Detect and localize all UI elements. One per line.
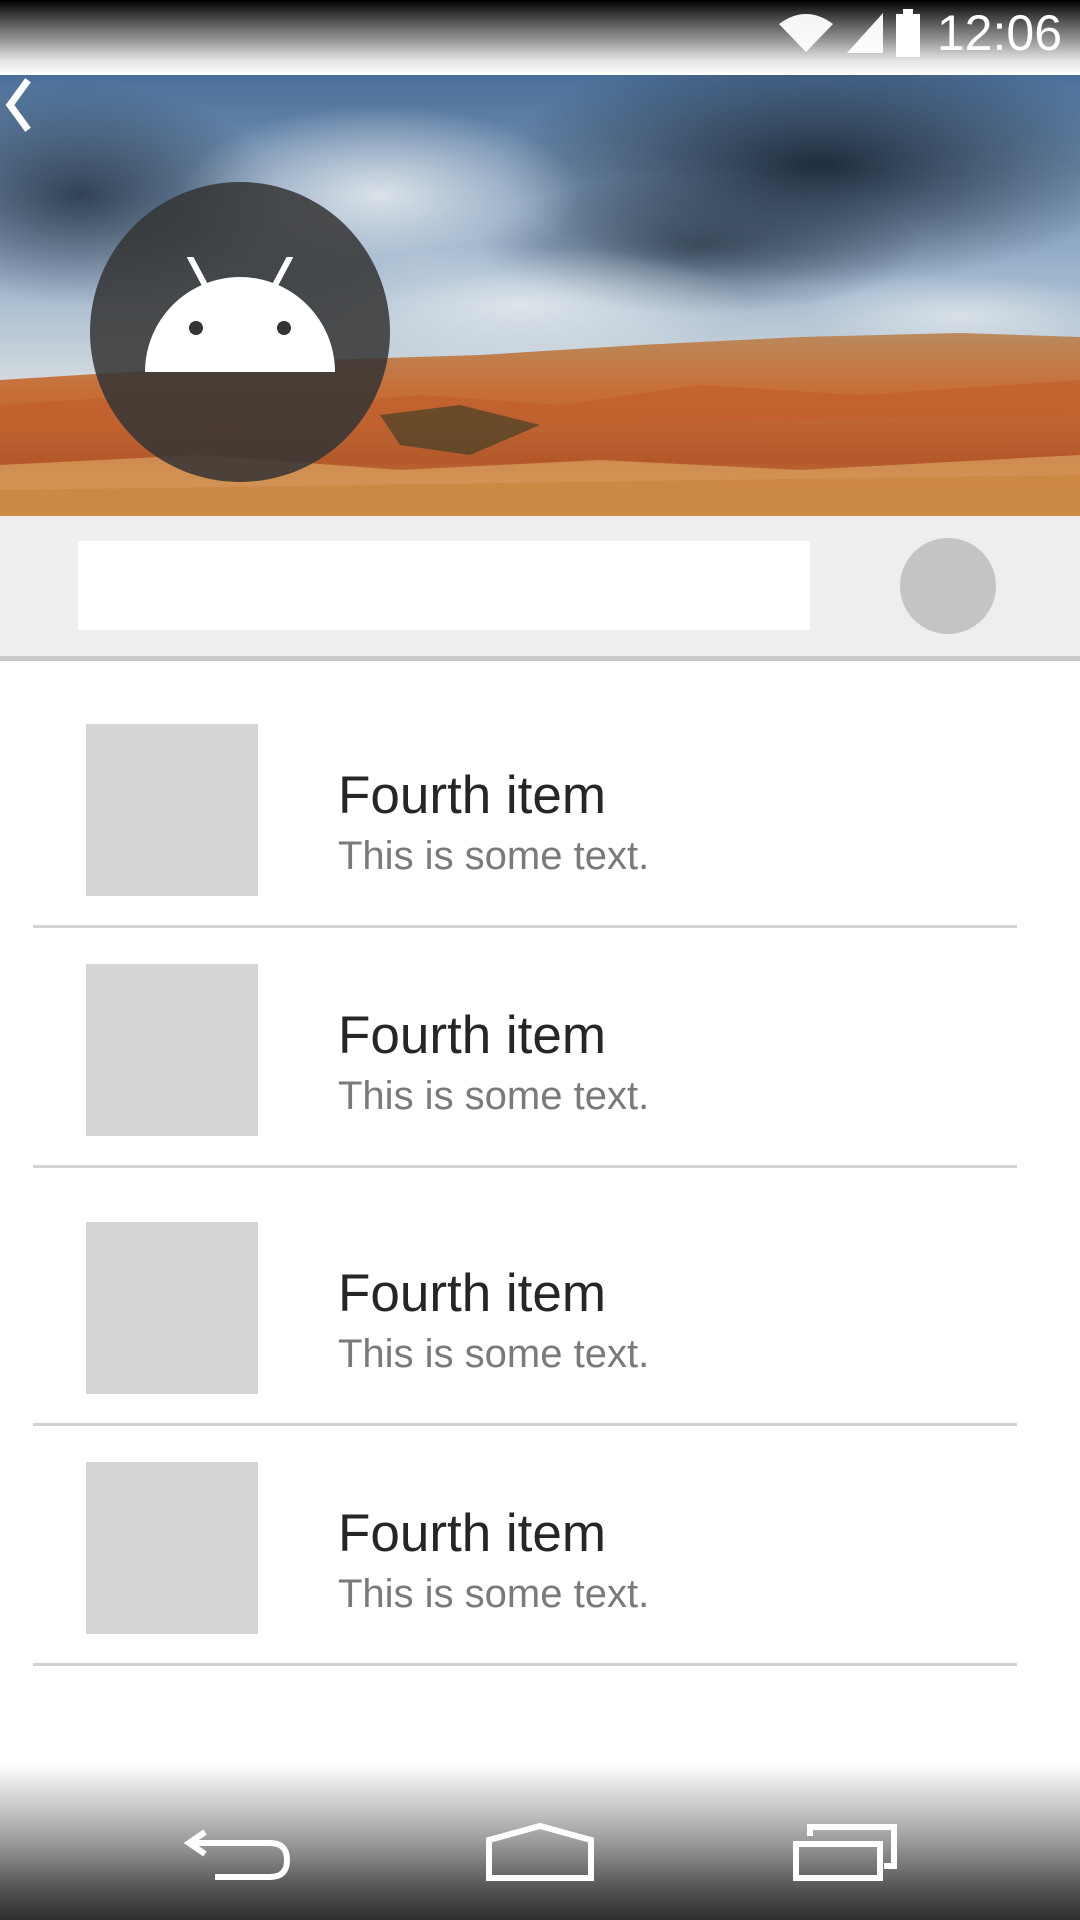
list-item[interactable]: Fourth item This is some text. [0, 700, 1080, 940]
list-divider [33, 1663, 1017, 1666]
item-subtitle: This is some text. [338, 1572, 650, 1616]
item-title: Fourth item [338, 1006, 607, 1065]
back-nav-icon [183, 1829, 291, 1880]
item-title: Fourth item [338, 1264, 607, 1323]
status-icons: 12:06 [777, 8, 1062, 58]
status-bar: 12:06 [0, 0, 1080, 75]
back-nav-button[interactable] [175, 1814, 305, 1894]
thumbnail [86, 1462, 258, 1634]
list-item[interactable]: Fourth item This is some text. [0, 1198, 1080, 1438]
header-image [0, 75, 1080, 516]
avatar [90, 182, 390, 482]
search-input[interactable] [78, 541, 810, 630]
chevron-left-icon[interactable] [0, 75, 34, 135]
thumbnail [86, 724, 258, 896]
search-row [0, 516, 1080, 656]
item-subtitle: This is some text. [338, 1074, 650, 1118]
list-divider [33, 1423, 1017, 1426]
circle-button[interactable] [900, 538, 996, 634]
battery-icon [895, 9, 920, 57]
signal-icon [846, 13, 883, 53]
item-title: Fourth item [338, 1504, 607, 1563]
list-divider [33, 1165, 1017, 1168]
home-nav-icon [486, 1822, 594, 1881]
list-divider [33, 925, 1017, 928]
home-nav-button[interactable] [475, 1814, 605, 1894]
item-subtitle: This is some text. [338, 834, 650, 878]
clock: 12:06 [936, 5, 1062, 61]
recents-nav-button[interactable] [780, 1814, 910, 1894]
list-item[interactable]: Fourth item This is some text. [0, 940, 1080, 1180]
navigation-bar [0, 1764, 1080, 1920]
thumbnail [86, 964, 258, 1136]
list-item[interactable]: Fourth item This is some text. [0, 1438, 1080, 1678]
thumbnail [86, 1222, 258, 1394]
recents-nav-icon [793, 1824, 897, 1881]
item-subtitle: This is some text. [338, 1332, 650, 1376]
android-icon [145, 257, 335, 372]
search-divider [0, 656, 1080, 661]
item-title: Fourth item [338, 766, 607, 825]
wifi-icon [778, 14, 833, 52]
